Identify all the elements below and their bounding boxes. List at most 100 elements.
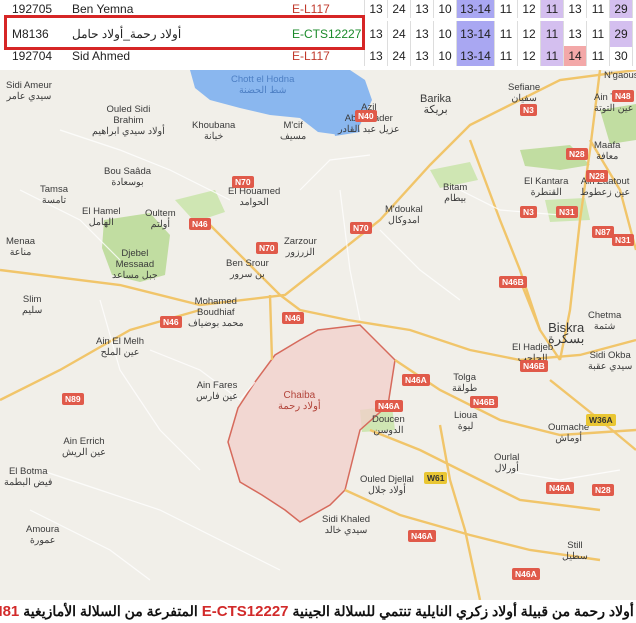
label-ar: القنطرة — [530, 187, 562, 198]
label-ar: ليوة — [457, 421, 474, 432]
str-cell: 13 — [410, 21, 433, 47]
road-shield: N28 — [592, 484, 614, 496]
label-ar: معافة — [596, 151, 619, 162]
label-fr: Bitam — [443, 182, 468, 193]
label-ar: عين فارس — [196, 391, 239, 402]
place-label: Bitam بيطام — [443, 182, 467, 204]
label-ar: أولاد جلال — [367, 485, 406, 496]
haplogroup: E-L117 — [292, 2, 330, 16]
place-label: Sefiane سفيان — [508, 82, 540, 104]
str-cell: 11 — [540, 0, 563, 18]
place-label: Ain Errich عين الريش — [62, 436, 106, 458]
place-label: Mohamed Boudhiaf محمد بوضياف — [188, 296, 244, 329]
place-label: Sidi Okba سيدي عقبة — [588, 350, 632, 372]
haplogroup: E-L117 — [292, 49, 330, 63]
str-values: 13 24 13 10 13-14 11 12 11 13 11 29 18 — [364, 21, 636, 47]
label-fr: Ain Fares — [196, 380, 238, 391]
label-fr: Doucen — [372, 414, 405, 425]
place-label: Tamsa تامسة — [40, 184, 68, 206]
place-label: Chetma شتمة — [588, 310, 621, 332]
label-fr: Ouled Djellal — [360, 474, 414, 485]
place-label: Ben Srour بن سرور — [226, 258, 269, 280]
label-ar: عمورة — [29, 535, 56, 546]
sample-id: 192705 — [12, 2, 53, 16]
label-ar: عين الريش — [62, 447, 106, 458]
place-label: Ain El Melh عين الملح — [96, 336, 144, 358]
place-label: Ouled Sidi Brahim أولاد سيدي ابراهيم — [92, 104, 165, 137]
road-shield: N46A — [402, 374, 430, 386]
place-label: Tolga طولقة — [452, 372, 477, 394]
str-cell: 13 — [563, 21, 586, 47]
str-cell: 13 — [563, 0, 586, 18]
label-fr: Chaiba — [283, 390, 316, 401]
label-fr: Oultem — [145, 208, 176, 219]
place-label: N'gaous — [604, 70, 636, 81]
place-label: Lioua ليوة — [454, 410, 477, 432]
label-fr: M'doukal — [385, 204, 423, 215]
label-ar: مسيف — [280, 131, 307, 142]
str-cell: 12 — [517, 0, 540, 18]
sample-name: Ben Yemna — [72, 2, 134, 16]
place-label: Oumache أوماش — [548, 422, 589, 444]
label-fr: El Botma — [8, 466, 48, 477]
road-shield: N46A — [375, 400, 403, 412]
label-fr: Slim — [22, 294, 42, 305]
place-label: Sidi Khaled سيدي خالد — [322, 514, 370, 536]
road-shield: N48 — [612, 90, 634, 102]
road-shield: N46 — [282, 312, 304, 324]
label-ar: جبل مساعد — [112, 270, 158, 281]
label-ar: خبانة — [203, 131, 224, 142]
label-ar: أولاد رحمة — [278, 401, 321, 412]
str-values: 13 24 13 10 13-14 11 12 11 13 11 29 — [364, 0, 636, 18]
place-label: Slim سليم — [22, 294, 42, 316]
sample-id: 192704 — [12, 49, 53, 63]
label-fr: Sefiane — [508, 82, 541, 93]
label-ar: فيض البطمة — [4, 477, 53, 488]
caption-text: قبيلة أولاد رحمة من قبيلة أولاد زكري الن… — [292, 603, 636, 619]
label-fr: Tolga — [453, 372, 476, 383]
road-shield: W61 — [424, 472, 448, 484]
place-label: Oultem أولتم — [145, 208, 176, 230]
str-cell: 11 — [586, 21, 609, 47]
label-ar: بسكرة — [548, 331, 585, 346]
place-label: Still سطيل — [562, 540, 588, 562]
label-ar: بريكة — [423, 104, 448, 116]
place-label: Ourlal أورلال — [494, 452, 519, 474]
place-label: Menaa مناعة — [6, 236, 35, 258]
label-ar: بيطام — [444, 193, 467, 204]
label-ar: امدوكال — [388, 215, 420, 226]
label-fr: El Hamel — [82, 206, 121, 217]
road-shield: N40 — [355, 110, 377, 122]
road-shield: N46B — [470, 396, 498, 408]
road-shield: N31 — [612, 234, 634, 246]
label-ar: مناعة — [9, 247, 32, 258]
str-cell: 24 — [387, 0, 410, 18]
str-cell: 13 — [410, 46, 433, 66]
place-label: Bou Saâda بوسعادة — [104, 166, 151, 188]
str-cell: 10 — [433, 0, 456, 18]
label-ar: عين الملح — [100, 347, 140, 358]
label-fr: Khoubana — [192, 120, 236, 131]
str-cell — [632, 0, 636, 18]
place-label: Djebel Messaad جبل مساعد — [112, 248, 158, 281]
road-shield: N89 — [62, 393, 84, 405]
str-cell: 10 — [433, 46, 456, 66]
road-shield: N46A — [512, 568, 540, 580]
place-label: Biskra بسكرة — [548, 321, 585, 346]
str-cell: 11 — [494, 0, 517, 18]
str-cell: 10 — [433, 21, 456, 47]
str-cell: 24 — [387, 21, 410, 47]
label-fr: Lioua — [454, 410, 478, 421]
label-fr: Ain El Melh — [96, 336, 145, 347]
label-ar: سيدي عقبة — [588, 361, 633, 372]
label-ar: أولتم — [150, 219, 170, 230]
map-canvas — [0, 70, 636, 600]
label-fr: El Hadjeb — [512, 342, 554, 353]
label-fr: Chott el Hodna — [231, 74, 295, 85]
road-shield: N31 — [556, 206, 578, 218]
caption-haplogroup: E-CTS12227 — [201, 603, 289, 620]
label-ar: محمد بوضياف — [188, 318, 244, 329]
place-label: El Kantara القنطرة — [524, 176, 568, 198]
label-ar: تامسة — [41, 195, 67, 206]
map[interactable]: Chott el Hodna شط الحضنة Sidi Ameur سيدي ع… — [0, 70, 636, 600]
